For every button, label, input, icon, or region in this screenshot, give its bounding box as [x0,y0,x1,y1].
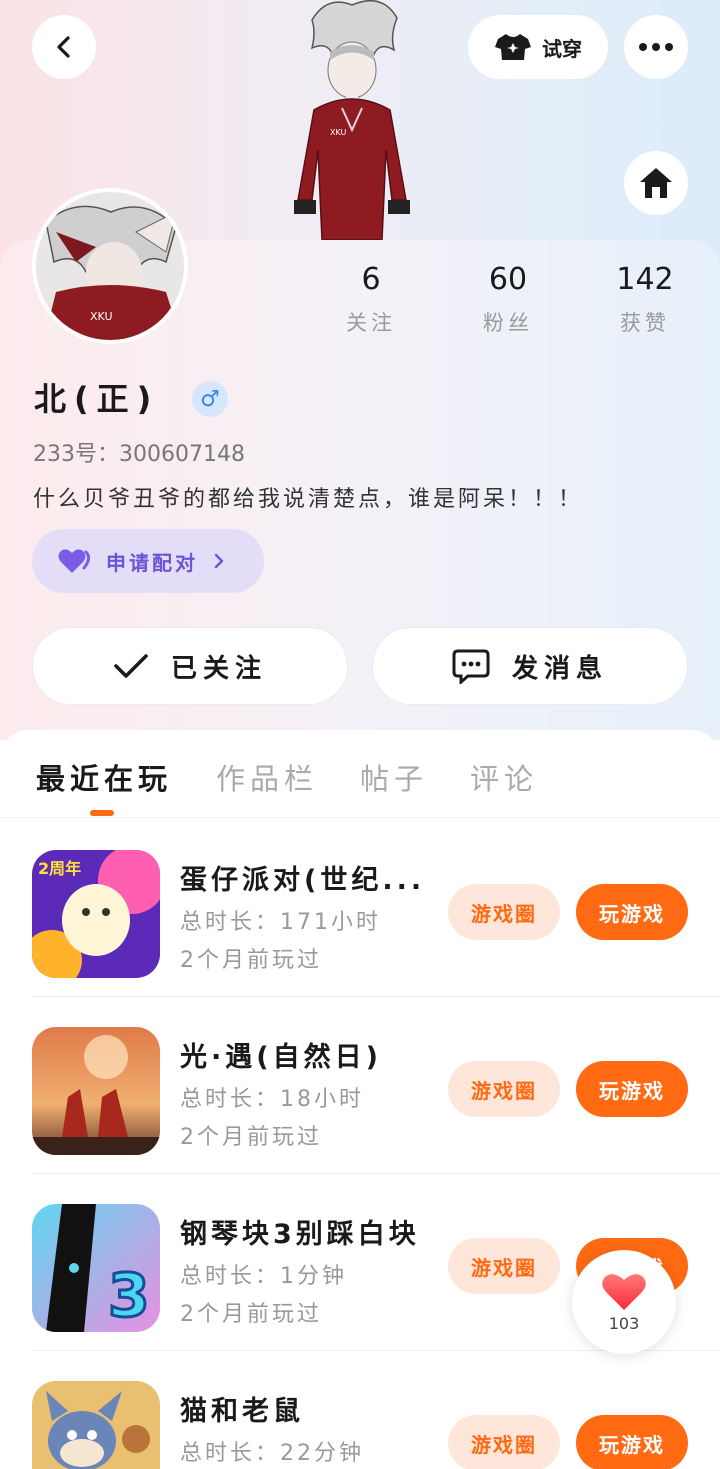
tab-comments[interactable]: 评论 [470,756,538,798]
stat-likes-label: 获赞 [620,311,670,335]
send-message-button[interactable]: 发消息 [372,627,688,705]
game-title[interactable]: 钢琴块3别踩白块 [180,1212,420,1251]
chat-bubble-icon [452,649,490,684]
avatar-outfit-figure: XKU [294,0,410,240]
stat-likes[interactable]: 142 获赞 [590,262,700,337]
game-icon-piano-tiles[interactable]: 3 [32,1204,160,1332]
user-id: 233号：300607148 [33,442,245,467]
game-duration: 总时长：171小时 [180,910,381,935]
check-icon [114,654,148,678]
more-button[interactable] [624,15,688,79]
play-game-button[interactable]: 玩游戏 [576,1415,688,1469]
back-button[interactable] [32,15,96,79]
tab-active-indicator [90,810,114,816]
gender-badge: ♂ [192,381,228,417]
profile-tabs: 最近在玩 作品栏 帖子 评论 [0,730,720,818]
user-bio: 什么贝爷丑爷的都给我说清楚点，谁是阿呆！！！ [33,487,584,512]
play-game-button[interactable]: 玩游戏 [576,1061,688,1117]
more-dots-icon [639,43,673,51]
home-icon [640,168,672,198]
content-panel: 最近在玩 作品栏 帖子 评论 2周年 蛋仔派对(世纪... 总时长：171小时 … [0,730,720,1469]
red-heart-icon [602,1273,646,1310]
game-circle-button[interactable]: 游戏圈 [448,1415,560,1469]
back-arrow-icon [57,36,70,58]
game-duration: 总时长：1分钟 [180,1264,347,1289]
svg-text:3: 3 [108,1261,150,1331]
game-circle-button[interactable]: 游戏圈 [448,1238,560,1294]
game-duration: 总时长：22分钟 [180,1441,364,1466]
svg-text:2周年: 2周年 [38,859,81,878]
stat-likes-value: 142 [616,262,674,297]
stat-fans-label: 粉丝 [483,311,533,335]
male-icon: ♂ [200,386,220,412]
like-floating-button[interactable]: 103 [572,1250,676,1354]
game-icon-tom-and-jerry[interactable] [32,1381,160,1469]
home-button[interactable] [624,151,688,215]
chevron-right-icon [214,553,224,569]
game-row[interactable]: 光·遇(自然日) 总时长：18小时 2个月前玩过 游戏圈 玩游戏 [0,997,720,1174]
stat-following[interactable]: 6 关注 [316,262,426,337]
stat-fans-value: 60 [488,262,528,297]
avatar-image: XKU [36,192,184,340]
game-last-played: 2个月前玩过 [180,1125,322,1150]
follow-button[interactable]: 已关注 [32,627,348,705]
stat-fans[interactable]: 60 粉丝 [453,262,563,337]
game-row[interactable]: 2周年 蛋仔派对(世纪... 总时长：171小时 2个月前玩过 游戏圈 玩游戏 [0,820,720,997]
game-row[interactable]: 猫和老鼠 总时长：22分钟 游戏圈 玩游戏 [0,1351,720,1469]
tshirt-icon [495,34,531,60]
play-game-button[interactable]: 玩游戏 [576,884,688,940]
follow-label: 已关注 [170,653,267,684]
game-icon-eggy-party[interactable]: 2周年 [32,850,160,978]
game-circle-button[interactable]: 游戏圈 [448,884,560,940]
game-title[interactable]: 猫和老鼠 [180,1389,304,1428]
username: 北(正) [34,380,160,418]
stat-following-value: 6 [361,262,381,297]
purple-heart-icon [58,549,91,573]
tab-posts[interactable]: 帖子 [360,756,428,798]
tab-recent-play[interactable]: 最近在玩 [36,756,172,798]
game-circle-button[interactable]: 游戏圈 [448,1061,560,1117]
send-message-label: 发消息 [511,653,608,684]
game-icon-sky[interactable] [32,1027,160,1155]
try-on-label: 试穿 [542,36,582,61]
game-title[interactable]: 蛋仔派对(世纪... [180,858,425,897]
try-on-button[interactable]: 试穿 [468,15,608,79]
svg-text:XKU: XKU [330,128,347,137]
game-last-played: 2个月前玩过 [180,1302,322,1327]
like-count: 103 [608,1313,640,1333]
pair-request-button[interactable]: 申请配对 [32,529,264,593]
game-title[interactable]: 光·遇(自然日) [180,1035,382,1074]
svg-text:XKU: XKU [90,310,113,323]
stat-following-label: 关注 [346,311,396,335]
pair-request-label: 申请配对 [106,550,198,575]
game-last-played: 2个月前玩过 [180,948,322,973]
tab-works[interactable]: 作品栏 [216,756,318,798]
game-duration: 总时长：18小时 [180,1087,364,1112]
avatar[interactable]: XKU [32,188,188,344]
